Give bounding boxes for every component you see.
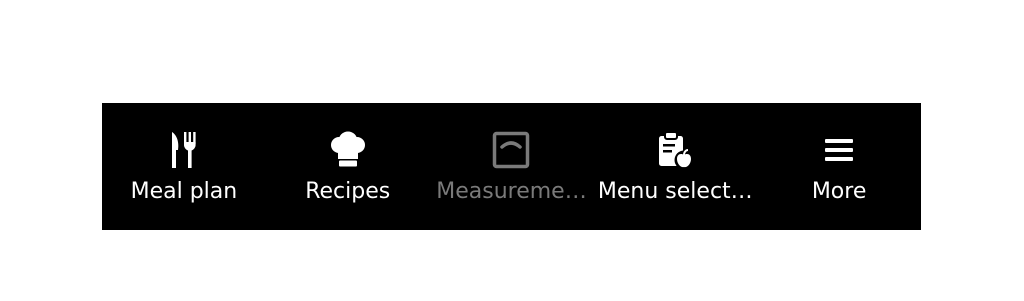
nav-item-menu-selection[interactable]: Menu select… (593, 103, 757, 230)
page: Meal plan Recipes Measureme… Menu select… (0, 0, 1024, 301)
nav-item-meal-plan[interactable]: Meal plan (102, 103, 266, 230)
chef-hat-icon (328, 130, 368, 170)
nav-item-more[interactable]: More (757, 103, 921, 230)
menu-icon (819, 130, 859, 170)
fork-knife-icon (164, 130, 204, 170)
scale-icon (491, 130, 531, 170)
nav-item-measurements[interactable]: Measureme… (430, 103, 594, 230)
nav-label-measurements: Measureme… (436, 179, 587, 204)
nav-label-menu-selection: Menu select… (597, 179, 753, 204)
clipboard-apple-icon (655, 130, 695, 170)
nav-label-more: More (811, 179, 867, 204)
nav-label-meal-plan: Meal plan (130, 179, 238, 204)
nav-item-recipes[interactable]: Recipes (266, 103, 430, 230)
nav-label-recipes: Recipes (305, 179, 391, 204)
bottom-navigation-bar: Meal plan Recipes Measureme… Menu select… (102, 103, 921, 230)
